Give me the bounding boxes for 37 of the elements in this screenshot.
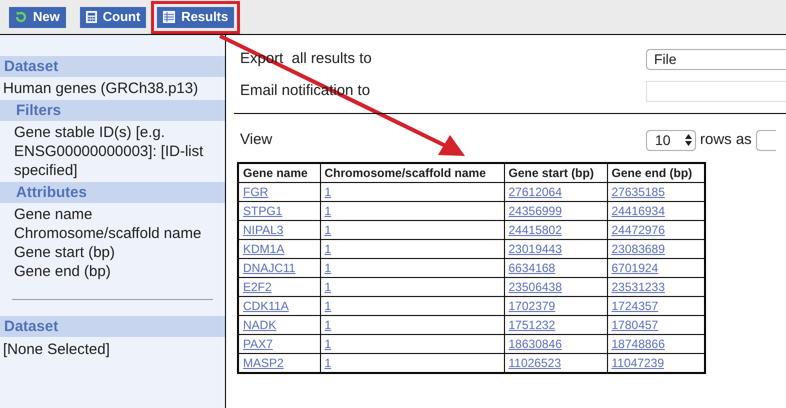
sidebar-text: Gene end (bp): [14, 262, 111, 281]
table-link[interactable]: 1: [324, 223, 332, 237]
toolbar-button[interactable]: New: [9, 6, 66, 28]
table-link[interactable]: 1: [324, 261, 332, 275]
email-field[interactable]: [646, 80, 786, 102]
table-link[interactable]: 1: [324, 280, 332, 294]
column-header: Gene start (bp): [504, 163, 607, 182]
table-link[interactable]: 1: [324, 318, 332, 332]
section-header: Filters: [0, 100, 225, 121]
sidebar-text: [None Selected]: [2, 340, 110, 359]
stepper-icon: [685, 134, 692, 146]
rows-as-label: rows as: [700, 130, 752, 150]
table-link[interactable]: 1: [324, 185, 332, 199]
section-header: Attributes: [0, 182, 225, 203]
column-header: Gene name: [238, 163, 320, 182]
column-header: Chromosome/scaffold name: [320, 163, 504, 182]
sidebar-text: Gene stable ID(s) [e.g. ENSG00000000003]: [ID-list specified]: [14, 123, 204, 180]
sidebar-text: Gene start (bp): [14, 243, 115, 262]
sidebar-text: Gene name: [14, 205, 92, 224]
format-select[interactable]: [756, 130, 776, 150]
table-link[interactable]: 1: [324, 242, 332, 256]
sidebar-text: Chromosome/scaffold name: [14, 224, 202, 243]
table-icon: [163, 11, 176, 23]
table-link[interactable]: 1: [324, 337, 332, 351]
calculator-icon: [86, 11, 97, 23]
view-label: View: [240, 130, 274, 150]
toolbar-button[interactable]: Results: [157, 6, 234, 28]
table-link[interactable]: 1: [324, 356, 332, 370]
table-link[interactable]: 1: [324, 299, 332, 313]
rows-select[interactable]: 10: [646, 130, 696, 150]
table-link[interactable]: 1: [324, 204, 332, 218]
section-header: Dataset: [0, 56, 225, 77]
toolbar-button[interactable]: Count: [80, 6, 146, 28]
section-header: Dataset: [0, 316, 225, 337]
refresh-icon: [15, 11, 27, 23]
destination-select[interactable]: File: [646, 48, 786, 70]
sidebar-text: Human genes (GRCh38.p13): [3, 79, 198, 98]
